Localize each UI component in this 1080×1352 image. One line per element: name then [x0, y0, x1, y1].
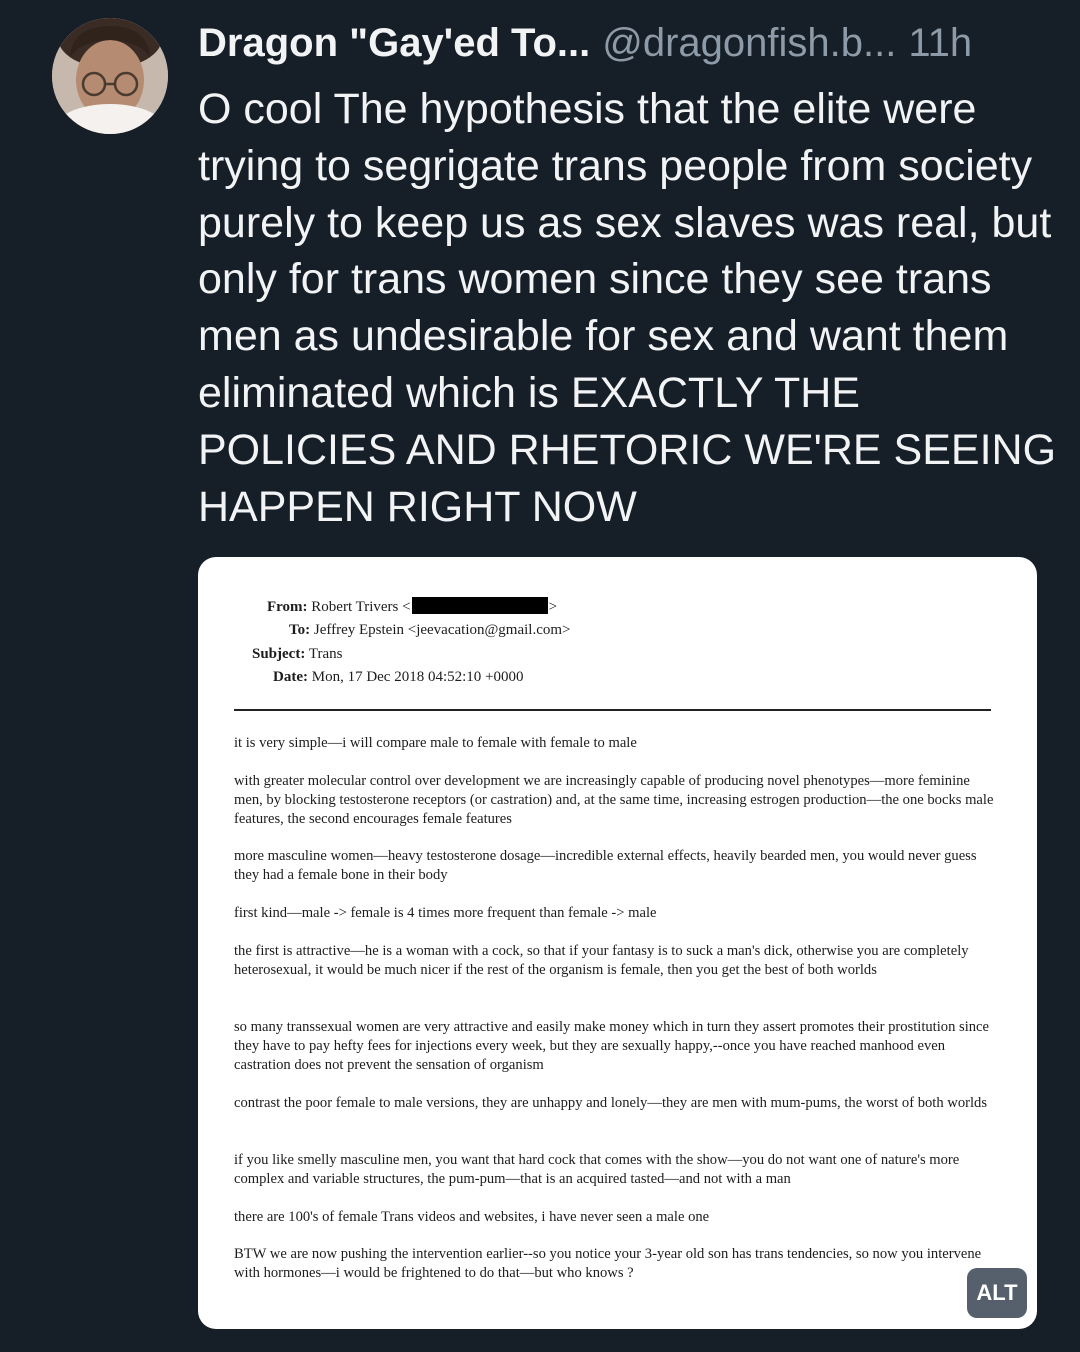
from-label: From: — [267, 599, 308, 615]
post-timestamp[interactable]: 11h — [908, 18, 972, 68]
email-date-row: Date: Mon, 17 Dec 2018 04:52:10 +0000 — [273, 667, 524, 687]
header-divider — [234, 709, 991, 711]
avatar[interactable] — [52, 18, 168, 134]
email-paragraph: so many transsexual women are very attra… — [234, 1019, 990, 1073]
redaction-bar — [411, 597, 548, 614]
to-value: Jeffrey Epstein <jeevacation@gmail.com> — [313, 622, 571, 638]
date-label: Date: — [273, 669, 308, 685]
email-paragraph: with greater molecular control over deve… — [234, 773, 994, 827]
post-header: Dragon "Gay'ed To... @dragonfish.b... 11… — [198, 18, 1058, 68]
alt-text-button[interactable]: ALT — [967, 1268, 1027, 1318]
post-text: O cool The hypothesis that the elite wer… — [198, 85, 1057, 531]
email-paragraph: BTW we are now pushing the intervention … — [234, 1246, 982, 1281]
to-label: To: — [289, 622, 311, 638]
email-subject-row: Subject: Trans — [252, 644, 342, 664]
from-value: Robert Trivers < — [311, 599, 411, 615]
avatar-photo — [52, 18, 168, 134]
email-from-row: From: Robert Trivers < > — [267, 597, 557, 617]
display-name[interactable]: Dragon "Gay'ed To... — [198, 18, 590, 68]
email-paragraph: it is very simple—i will compare male to… — [234, 735, 637, 751]
from-close: > — [548, 599, 558, 615]
email-paragraph: first kind—male -> female is 4 times mor… — [234, 905, 657, 921]
email-document: From: Robert Trivers < > To: Jeffrey Epst… — [198, 557, 1037, 1329]
email-paragraph: if you like smelly masculine men, you wa… — [234, 1152, 960, 1187]
subject-label: Subject: — [252, 646, 306, 662]
email-paragraph: more masculine women—heavy testosterone … — [234, 848, 977, 883]
subject-value: Trans — [308, 646, 343, 662]
user-handle[interactable]: @dragonfish.b... — [602, 18, 896, 68]
date-value: Mon, 17 Dec 2018 04:52:10 +0000 — [311, 669, 524, 685]
email-paragraph: there are 100's of female Trans videos a… — [234, 1209, 710, 1225]
post-image[interactable]: From: Robert Trivers < > To: Jeffrey Epst… — [198, 557, 1037, 1329]
email-to-row: To: Jeffrey Epstein <jeevacation@gmail.c… — [289, 620, 571, 640]
email-paragraph: the first is attractive—he is a woman wi… — [234, 943, 969, 978]
email-paragraph: contrast the poor female to male version… — [234, 1095, 988, 1111]
